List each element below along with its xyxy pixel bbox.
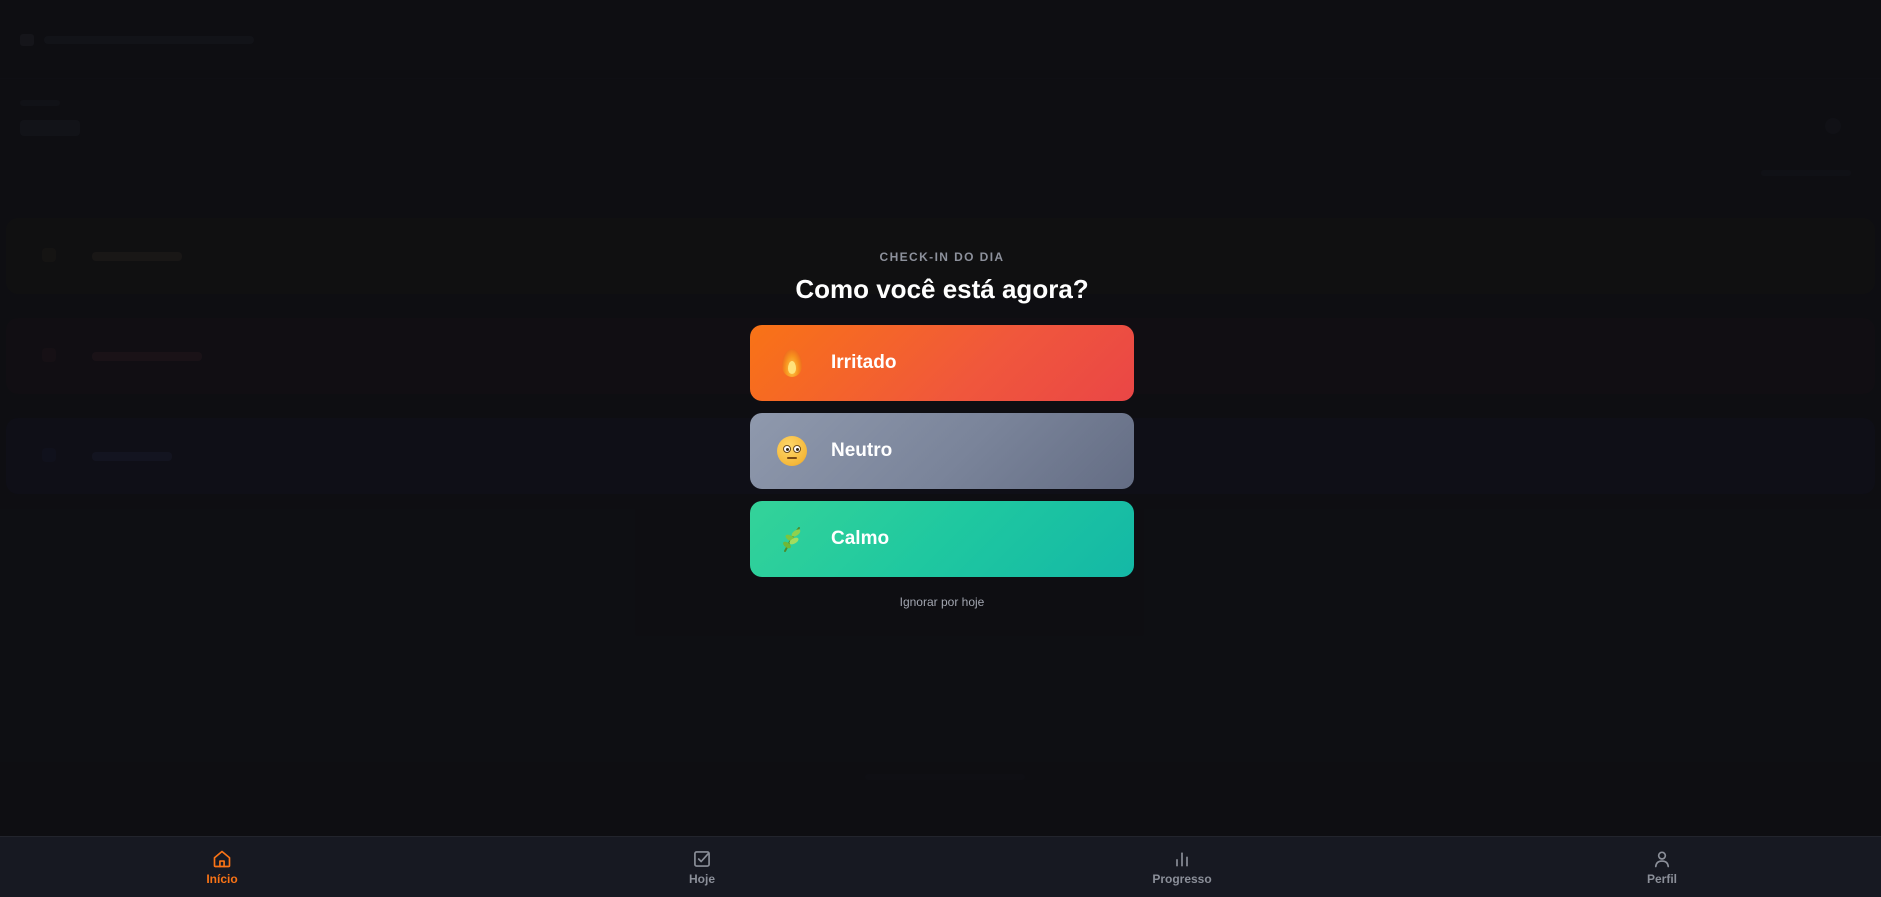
skip-today-link[interactable]: Ignorar por hoje: [750, 595, 1134, 609]
mood-option-calm[interactable]: Calmo: [750, 501, 1134, 577]
nav-item-progress[interactable]: Progresso: [1122, 837, 1242, 897]
nav-label: Progresso: [1152, 872, 1212, 886]
bar-chart-icon: [1176, 852, 1188, 867]
nav-label: Início: [206, 872, 238, 886]
bottom-navigation: Início Hoje Progresso Perfil: [0, 836, 1881, 897]
user-icon: [1654, 851, 1670, 868]
mood-option-neutral[interactable]: Neutro: [750, 413, 1134, 489]
nav-item-profile[interactable]: Perfil: [1602, 837, 1722, 897]
mood-option-label: Calmo: [831, 528, 890, 549]
mood-option-irritated[interactable]: Irritado: [750, 325, 1134, 401]
checkbox-icon: [694, 851, 710, 867]
nav-item-home[interactable]: Início: [162, 837, 282, 897]
fire-icon: [776, 347, 808, 379]
app-root: CHECK-IN DO DIA Como você está agora? Ir…: [0, 0, 1881, 897]
mood-option-label: Irritado: [831, 352, 897, 373]
nav-label: Perfil: [1646, 872, 1677, 886]
home-icon: [213, 850, 231, 868]
neutral-face-icon: [776, 435, 808, 467]
checkin-modal: CHECK-IN DO DIA Como você está agora? Ir…: [750, 250, 1134, 609]
herb-icon: [776, 523, 808, 555]
nav-label: Hoje: [688, 872, 715, 886]
modal-question: Como você está agora?: [795, 274, 1089, 304]
mood-option-label: Neutro: [831, 440, 893, 461]
nav-item-today[interactable]: Hoje: [642, 837, 762, 897]
modal-eyebrow: CHECK-IN DO DIA: [879, 250, 1005, 264]
